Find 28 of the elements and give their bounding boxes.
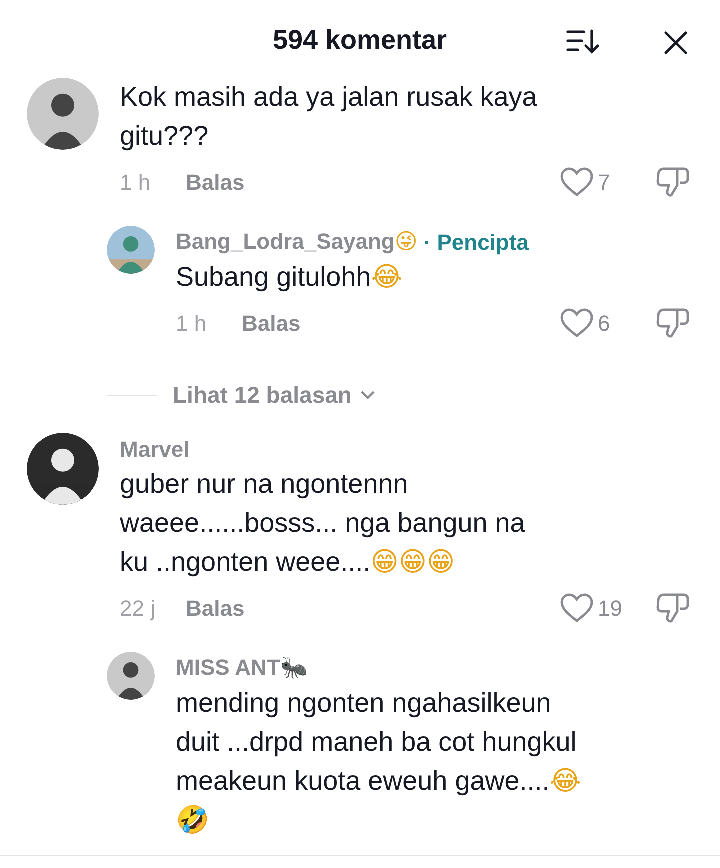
reply-link[interactable]: Balas (242, 306, 301, 340)
comment-text: Kok masih ada ya jalan rusak kaya gitu??? (120, 81, 538, 153)
comment-text: Subang gitulohh😂 (176, 261, 404, 295)
timestamp: 1 h (176, 310, 208, 338)
thumbs-down-icon[interactable] (656, 592, 690, 624)
like-count: 7 (597, 168, 612, 196)
username[interactable]: Marvel (120, 432, 190, 466)
thumbs-down-icon[interactable] (656, 166, 690, 198)
like-count: 19 (597, 594, 624, 622)
comment-text: mending ngonten ngahasilkeun duit ...drpd maneh ba cot hungkul meakeun kuota eweuh gawe....😂🤣 (176, 687, 582, 838)
heart-icon[interactable] (560, 308, 594, 338)
comment-text: guber nur na ngontennn waeee......bosss... nga bangun na ku ..ngonten weee....😁😁😁 (120, 468, 526, 580)
username[interactable]: MISS ANT🐜 (176, 651, 308, 685)
chevron-down-icon (360, 390, 376, 400)
panel-title: 594 komentar (272, 24, 448, 57)
sort-icon[interactable] (566, 28, 602, 56)
timestamp: 1 h (120, 168, 152, 196)
heart-icon[interactable] (560, 593, 594, 623)
view-replies-link[interactable]: Lihat 12 balasan (173, 378, 376, 412)
like-count: 6 (597, 310, 612, 338)
reply-link[interactable]: Balas (186, 166, 245, 198)
creator-label: · Pencipta (424, 228, 529, 257)
thumbs-down-icon[interactable] (656, 307, 690, 339)
heart-icon[interactable] (560, 167, 594, 197)
username[interactable]: Bang_Lodra_Sayang😜 (176, 225, 418, 259)
timestamp: 22 j (120, 594, 156, 623)
close-icon[interactable] (664, 31, 688, 55)
reply-link[interactable]: Balas (186, 592, 245, 624)
